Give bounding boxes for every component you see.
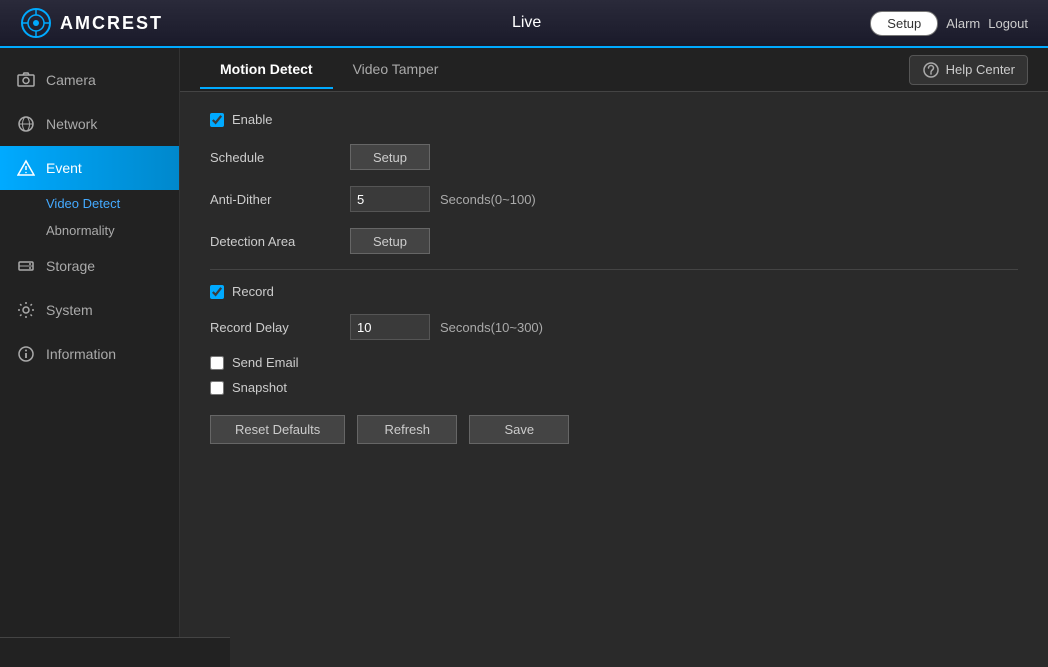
enable-checkbox[interactable]	[210, 113, 224, 127]
enable-label: Enable	[232, 112, 272, 127]
sidebar-sub-abnormality[interactable]: Abnormality	[0, 217, 179, 244]
detection-area-row: Detection Area Setup	[210, 227, 1018, 255]
snapshot-checkbox[interactable]	[210, 381, 224, 395]
header-center: Live	[183, 14, 870, 32]
main-layout: Camera Network Event	[0, 48, 1048, 667]
sidebar-label-network: Network	[46, 116, 97, 132]
content-area: Motion Detect Video Tamper Help Center E…	[180, 48, 1048, 667]
logout-button[interactable]: Logout	[988, 16, 1028, 31]
record-checkbox[interactable]	[210, 285, 224, 299]
live-link[interactable]: Live	[512, 14, 541, 31]
record-delay-label: Record Delay	[210, 320, 350, 335]
form-area: Enable Schedule Setup Anti-Dither Second…	[180, 92, 1048, 464]
help-center-icon	[922, 61, 940, 79]
tab-motion-detect[interactable]: Motion Detect	[200, 51, 333, 89]
header: AMCREST Live Setup Alarm Logout	[0, 0, 1048, 48]
sidebar-item-storage[interactable]: Storage	[0, 244, 179, 288]
sidebar-label-system: System	[46, 302, 93, 318]
record-delay-row: Record Delay Seconds(10~300)	[210, 313, 1018, 341]
schedule-row: Schedule Setup	[210, 143, 1018, 171]
logo-text: AMCREST	[60, 13, 163, 34]
help-center-button[interactable]: Help Center	[909, 55, 1028, 85]
sidebar-item-camera[interactable]: Camera	[0, 58, 179, 102]
tabs: Motion Detect Video Tamper	[200, 51, 458, 89]
network-icon	[16, 114, 36, 134]
sidebar-item-system[interactable]: System	[0, 288, 179, 332]
info-icon	[16, 344, 36, 364]
save-button[interactable]: Save	[469, 415, 569, 444]
snapshot-row: Snapshot	[210, 380, 1018, 395]
system-icon	[16, 300, 36, 320]
action-buttons: Reset Defaults Refresh Save	[210, 415, 1018, 444]
amcrest-logo-icon	[20, 7, 52, 39]
reset-defaults-button[interactable]: Reset Defaults	[210, 415, 345, 444]
schedule-label: Schedule	[210, 150, 350, 165]
setup-button[interactable]: Setup	[870, 11, 938, 36]
help-center-label: Help Center	[946, 62, 1015, 77]
sidebar-item-information[interactable]: Information	[0, 332, 179, 376]
tab-video-tamper[interactable]: Video Tamper	[333, 51, 459, 89]
send-email-checkbox[interactable]	[210, 356, 224, 370]
bottom-bar	[0, 637, 230, 667]
schedule-setup-button[interactable]: Setup	[350, 144, 430, 170]
snapshot-label: Snapshot	[232, 380, 287, 395]
sidebar-item-event[interactable]: Event	[0, 146, 179, 190]
alarm-button[interactable]: Alarm	[946, 16, 980, 31]
send-email-label: Send Email	[232, 355, 298, 370]
anti-dither-hint: Seconds(0~100)	[440, 192, 536, 207]
send-email-row: Send Email	[210, 355, 1018, 370]
sidebar-label-storage: Storage	[46, 258, 95, 274]
storage-icon	[16, 256, 36, 276]
record-label: Record	[232, 284, 274, 299]
detection-area-setup-button[interactable]: Setup	[350, 228, 430, 254]
record-delay-hint: Seconds(10~300)	[440, 320, 543, 335]
header-right: Setup Alarm Logout	[870, 11, 1048, 36]
camera-icon	[16, 70, 36, 90]
enable-row: Enable	[210, 112, 1018, 127]
record-delay-input[interactable]	[350, 314, 430, 340]
sidebar-label-information: Information	[46, 346, 116, 362]
anti-dither-row: Anti-Dither Seconds(0~100)	[210, 185, 1018, 213]
sidebar: Camera Network Event	[0, 48, 180, 667]
divider	[210, 269, 1018, 270]
sidebar-label-camera: Camera	[46, 72, 96, 88]
sidebar-label-event: Event	[46, 160, 82, 176]
record-row: Record	[210, 284, 1018, 299]
event-icon	[16, 158, 36, 178]
anti-dither-label: Anti-Dither	[210, 192, 350, 207]
detection-area-label: Detection Area	[210, 234, 350, 249]
sidebar-sub-video-detect[interactable]: Video Detect	[0, 190, 179, 217]
logo-area: AMCREST	[0, 7, 183, 39]
tab-bar: Motion Detect Video Tamper Help Center	[180, 48, 1048, 92]
anti-dither-input[interactable]	[350, 186, 430, 212]
refresh-button[interactable]: Refresh	[357, 415, 457, 444]
sidebar-item-network[interactable]: Network	[0, 102, 179, 146]
